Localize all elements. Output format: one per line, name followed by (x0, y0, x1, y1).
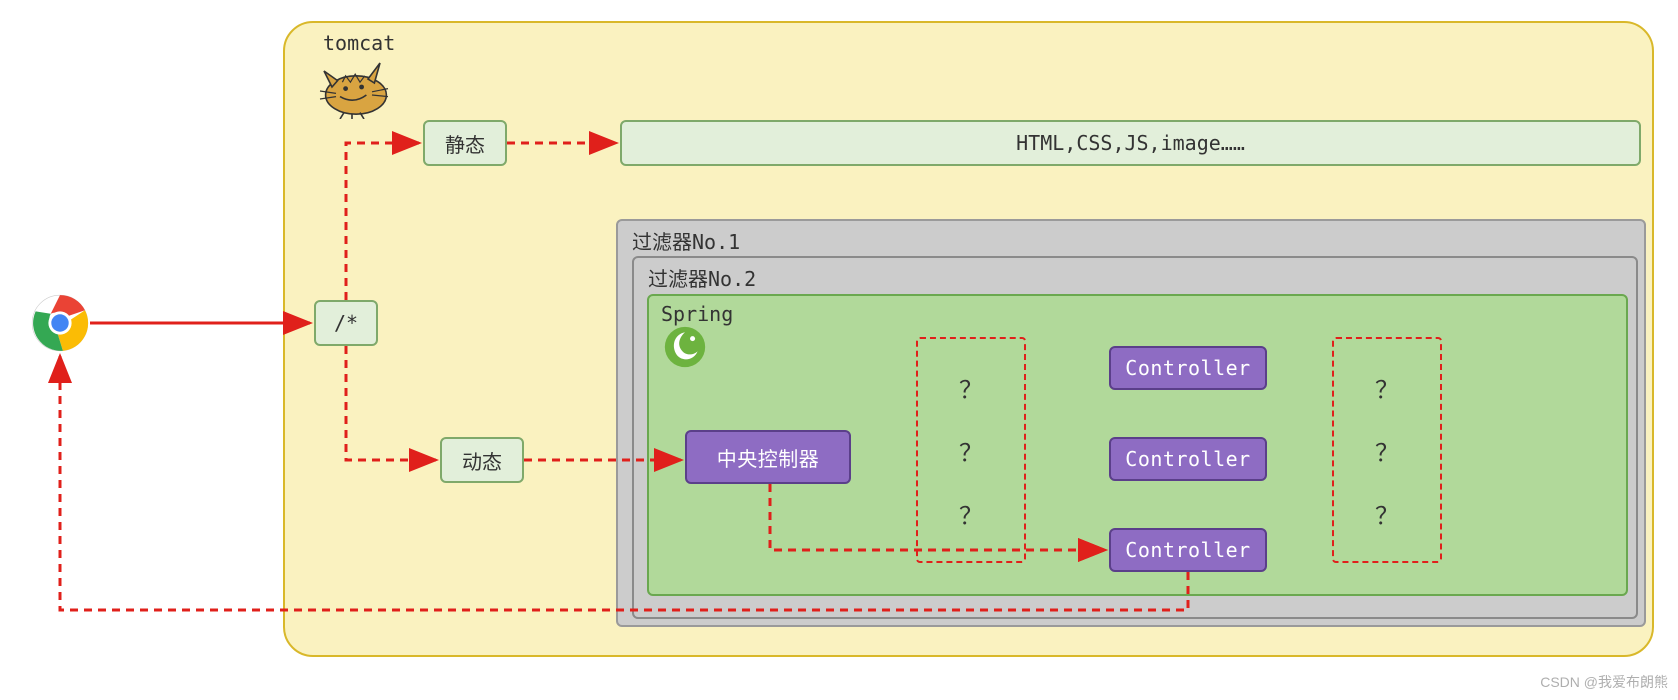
controller-1-text: Controller (1125, 356, 1250, 380)
controller-3-node: Controller (1109, 528, 1267, 572)
controller-2-node: Controller (1109, 437, 1267, 481)
tomcat-label: tomcat (323, 31, 395, 55)
spring-label: Spring (661, 302, 733, 326)
static-text: 静态 (445, 129, 485, 158)
spring-logo-icon (664, 326, 706, 368)
static-node: 静态 (423, 120, 507, 166)
central-controller-text: 中央控制器 (717, 443, 820, 472)
q2c: ？ (1375, 496, 1399, 531)
filter2-label: 过滤器No.2 (648, 263, 756, 292)
controller-1-node: Controller (1109, 346, 1267, 390)
chrome-browser-icon (31, 294, 89, 352)
q2b: ？ (1375, 433, 1399, 468)
watermark-text: CSDN @我爱布朗熊 (1540, 672, 1668, 692)
question-box-1: ？ ？ ？ (916, 337, 1026, 563)
tomcat-logo-icon (309, 55, 395, 119)
question-box-2: ？ ？ ？ (1332, 337, 1442, 563)
dynamic-node: 动态 (440, 437, 524, 483)
wildcard-text: /* (334, 311, 358, 335)
wildcard-node: /* (314, 300, 378, 346)
q2a: ？ (1375, 370, 1399, 405)
controller-2-text: Controller (1125, 447, 1250, 471)
static-assets-node: HTML,CSS,JS,image…… (620, 120, 1641, 166)
q1a: ？ (959, 370, 983, 405)
central-controller-node: 中央控制器 (685, 430, 851, 484)
controller-3-text: Controller (1125, 538, 1250, 562)
dynamic-text: 动态 (462, 446, 502, 475)
q1c: ？ (959, 496, 983, 531)
q1b: ？ (959, 433, 983, 468)
static-assets-text: HTML,CSS,JS,image…… (1016, 131, 1245, 155)
filter1-label: 过滤器No.1 (632, 226, 740, 255)
